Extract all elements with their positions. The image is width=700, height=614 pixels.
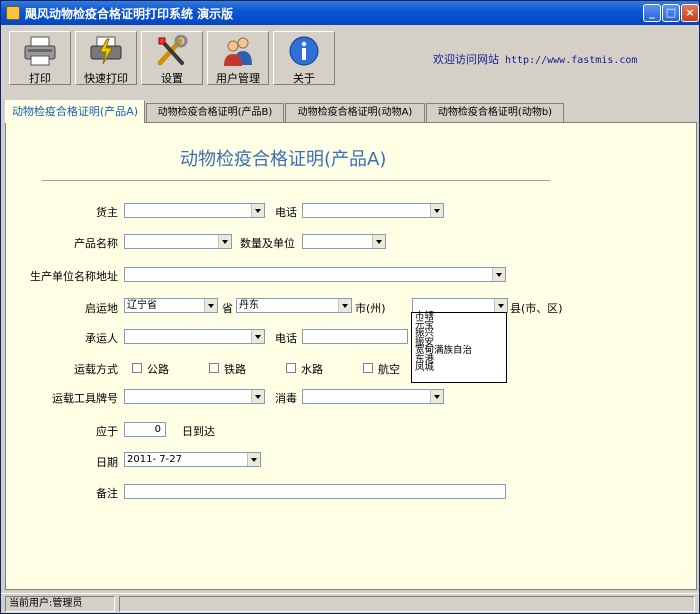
chevron-down-icon[interactable] [338, 299, 351, 312]
app-icon [6, 6, 20, 20]
settings-button[interactable]: 设置 [141, 31, 203, 85]
product-combo[interactable] [124, 234, 232, 249]
carrier-label: 承运人 [85, 332, 118, 345]
carrier-combo[interactable] [124, 329, 265, 344]
owner-label: 货主 [96, 206, 118, 219]
user-management-button[interactable]: 用户管理 [207, 31, 269, 85]
website-url[interactable]: http://www.fastmis.com [505, 55, 637, 66]
transport-road: 公路 [147, 363, 169, 376]
county-option[interactable]: 凤城 [412, 363, 506, 373]
date-label: 日期 [96, 456, 118, 469]
quick-print-label: 快速打印 [84, 72, 128, 85]
vehicle-combo[interactable] [124, 389, 265, 404]
province-combo[interactable]: 辽宁省 [124, 298, 218, 313]
vehicle-label: 运载工具牌号 [52, 392, 118, 405]
city-unit: 市(州) [355, 302, 386, 315]
minimize-button[interactable]: _ [643, 4, 661, 22]
chevron-down-icon[interactable] [492, 268, 505, 281]
checkbox-air[interactable] [363, 363, 373, 373]
disinfect-label: 消毒 [275, 392, 297, 405]
phone-combo[interactable] [302, 203, 444, 218]
about-label: 关于 [293, 72, 315, 85]
print-label: 打印 [29, 72, 51, 85]
chevron-down-icon[interactable] [204, 299, 217, 312]
transport-label: 运载方式 [74, 363, 118, 376]
province-unit: 省 [222, 302, 233, 315]
about-button[interactable]: 关于 [273, 31, 335, 85]
maximize-button[interactable]: □ [662, 4, 680, 22]
chevron-down-icon[interactable] [251, 204, 264, 217]
province-value: 辽宁省 [127, 300, 157, 311]
county-unit: 县(市、区) [510, 302, 563, 315]
county-dropdown-list[interactable]: 市辖 元宝 振兴 振安 宽甸满族自治 东港 凤城 [411, 312, 507, 383]
quantity-combo[interactable] [302, 234, 386, 249]
tab-animal-a[interactable]: 动物检疫合格证明(动物A) [285, 103, 425, 123]
title-divider [42, 180, 550, 181]
printer-icon [24, 36, 56, 66]
chevron-down-icon[interactable] [247, 453, 260, 466]
tab-product-b[interactable]: 动物检疫合格证明(产品B) [146, 103, 284, 123]
form-title: 动物检疫合格证明(产品A) [180, 149, 387, 170]
carrier-phone-label: 电话 [275, 332, 297, 345]
user-management-label: 用户管理 [216, 72, 260, 85]
product-label: 产品名称 [74, 237, 118, 250]
producer-label: 生产单位名称地址 [30, 270, 118, 283]
main-window: 飓风动物检疫合格证明打印系统 演示版 _ □ × 打印 快速打印 设置 用户管理… [0, 0, 700, 614]
users-icon [224, 37, 252, 66]
chevron-down-icon[interactable] [218, 235, 231, 248]
info-icon [289, 36, 319, 66]
chevron-down-icon[interactable] [251, 390, 264, 403]
producer-combo[interactable] [124, 267, 506, 282]
transport-rail: 铁路 [224, 363, 246, 376]
status-bar: 当前用户:管理员 [1, 593, 699, 613]
owner-combo[interactable] [124, 203, 265, 218]
transport-water: 水路 [301, 363, 323, 376]
tab-animal-b[interactable]: 动物检疫合格证明(动物b) [426, 103, 564, 123]
quantity-label: 数量及单位 [240, 237, 295, 250]
carrier-phone-combo[interactable] [302, 329, 408, 344]
transport-air: 航空 [378, 363, 400, 376]
tab-product-a[interactable]: 动物检疫合格证明(产品A) [5, 100, 145, 123]
phone-label: 电话 [275, 206, 297, 219]
tools-icon [157, 35, 188, 66]
chevron-down-icon[interactable] [430, 204, 443, 217]
quick-printer-icon [90, 36, 122, 65]
city-combo[interactable]: 丹东 [236, 298, 352, 313]
title-bar[interactable]: 飓风动物检疫合格证明打印系统 演示版 _ □ × [1, 1, 699, 25]
checkbox-road[interactable] [132, 363, 142, 373]
current-user-status: 当前用户:管理员 [5, 596, 115, 612]
due-label: 应于 [96, 425, 118, 438]
chevron-down-icon[interactable] [430, 390, 443, 403]
toolbar: 打印 快速打印 设置 用户管理 关于 欢迎访问网站 http://www.fas… [1, 25, 699, 87]
website-text: 欢迎访问网站 [433, 53, 499, 66]
window-title: 飓风动物检疫合格证明打印系统 演示版 [25, 7, 234, 21]
due-suffix: 日到达 [182, 425, 215, 438]
checkbox-rail[interactable] [209, 363, 219, 373]
quick-print-button[interactable]: 快速打印 [75, 31, 137, 85]
tab-strip: 动物检疫合格证明(产品A) 动物检疫合格证明(产品B) 动物检疫合格证明(动物A… [5, 100, 697, 123]
status-empty-panel [119, 596, 695, 612]
chevron-down-icon[interactable] [251, 330, 264, 343]
chevron-down-icon[interactable] [494, 299, 507, 312]
date-value: 2011- 7-27 [127, 454, 182, 465]
print-button[interactable]: 打印 [9, 31, 71, 85]
checkbox-water[interactable] [286, 363, 296, 373]
due-days-input[interactable]: 0 [124, 422, 166, 437]
city-value: 丹东 [239, 300, 259, 311]
close-button[interactable]: × [681, 4, 699, 22]
date-picker[interactable]: 2011- 7-27 [124, 452, 261, 467]
remarks-label: 备注 [96, 487, 118, 500]
remarks-input[interactable] [124, 484, 506, 499]
form-panel: 动物检疫合格证明(产品A) 货主 电话 产品名称 数量及单位 生产单位名称地址 [5, 122, 697, 590]
settings-label: 设置 [161, 72, 183, 85]
disinfect-combo[interactable] [302, 389, 444, 404]
origin-label: 启运地 [85, 302, 118, 315]
chevron-down-icon[interactable] [372, 235, 385, 248]
website-info: 欢迎访问网站 http://www.fastmis.com [433, 51, 637, 67]
